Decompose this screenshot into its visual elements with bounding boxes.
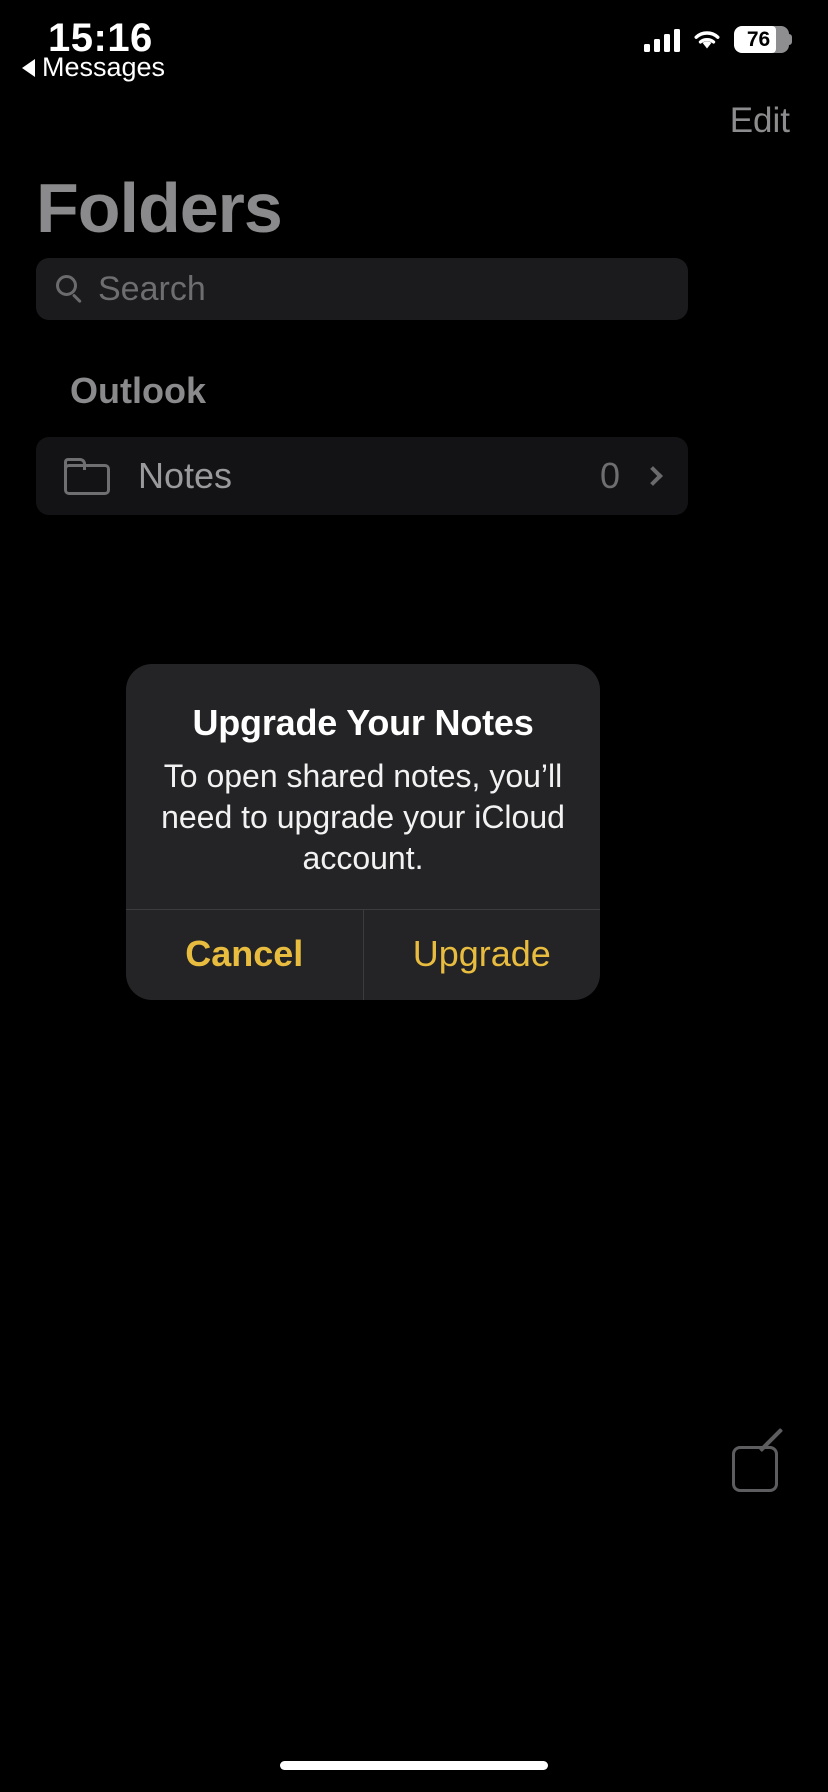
upgrade-alert-dialog: Upgrade Your Notes To open shared notes,…: [126, 664, 600, 1000]
alert-message: To open shared notes, you’ll need to upg…: [161, 758, 565, 876]
search-field[interactable]: Search: [36, 258, 688, 320]
page-title: Folders: [36, 169, 283, 247]
battery-icon: 76: [734, 26, 792, 53]
app-screen: 15:16 76 Messages Edit Folders Search Ou…: [0, 0, 828, 1792]
chevron-right-icon: [643, 466, 663, 486]
search-placeholder: Search: [98, 269, 206, 308]
alert-actions: Cancel Upgrade: [126, 908, 601, 1000]
wifi-icon: [692, 28, 722, 51]
back-link-label: Messages: [42, 52, 166, 82]
upgrade-button[interactable]: Upgrade: [362, 909, 601, 1000]
compose-note-icon[interactable]: [732, 1427, 784, 1492]
section-header-outlook: Outlook: [70, 370, 206, 411]
home-indicator: [280, 1761, 548, 1770]
back-to-messages-link[interactable]: Messages: [22, 52, 165, 83]
battery-level: 76: [746, 27, 771, 51]
back-triangle-icon: [22, 58, 35, 77]
folder-label: Notes: [138, 455, 233, 496]
cancel-button[interactable]: Cancel: [126, 910, 363, 1000]
edit-button[interactable]: Edit: [730, 101, 790, 141]
folder-row-notes[interactable]: Notes 0: [36, 437, 688, 515]
folder-count: 0: [599, 455, 620, 496]
cellular-bars-icon: [644, 28, 680, 52]
status-indicators: 76: [644, 26, 792, 53]
alert-title: Upgrade Your Notes: [192, 702, 534, 743]
alert-content: Upgrade Your Notes To open shared notes,…: [126, 664, 600, 909]
search-icon: [56, 275, 84, 304]
folder-icon: [64, 457, 110, 495]
